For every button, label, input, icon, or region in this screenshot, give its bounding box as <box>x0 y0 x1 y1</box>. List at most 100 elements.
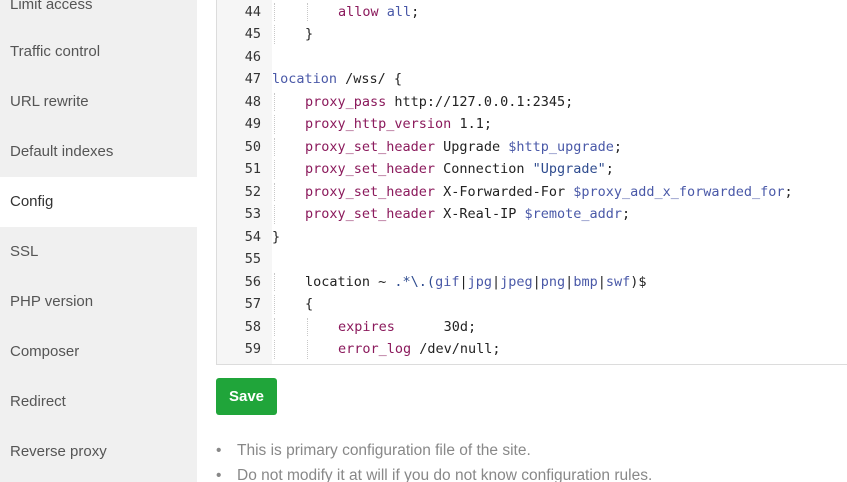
code-token: { <box>305 296 314 312</box>
line-number: 57 <box>244 296 261 312</box>
code-token: 30d; <box>394 318 477 335</box>
indent-guide <box>274 25 275 44</box>
line-number: 45 <box>244 26 261 42</box>
sidebar-item-ssl[interactable]: SSL <box>0 227 197 277</box>
code-line: 44 allow all; <box>217 1 847 24</box>
line-number: 44 <box>244 3 261 20</box>
indent-guide <box>274 182 275 201</box>
sidebar-item-composer[interactable]: Composer <box>0 327 197 377</box>
sidebar-item-url-rewrite[interactable]: URL rewrite <box>0 77 197 127</box>
code-text: location /wss/ { <box>272 68 402 91</box>
line-number: 59 <box>244 341 261 357</box>
sidebar-item-redirect[interactable]: Redirect <box>0 377 197 427</box>
sidebar-item-traffic-control[interactable]: Traffic control <box>0 27 197 77</box>
code-token: proxy_set_header <box>305 138 436 155</box>
indent-guide <box>274 295 275 314</box>
code-token: )$ <box>630 273 647 290</box>
code-line: 52 proxy_set_header X-Forwarded-For $prox… <box>217 181 847 204</box>
code-token: ~ <box>370 273 395 290</box>
code-text: proxy_pass http://127.0.0.1:2345; <box>305 91 573 114</box>
code-token: } <box>305 26 314 42</box>
code-line: 47 location /wss/ { <box>217 68 847 91</box>
code-token: proxy_set_header <box>305 183 436 200</box>
indent-guide <box>307 2 308 21</box>
indent-guide <box>274 317 275 336</box>
code-line: 55 <box>217 248 847 271</box>
code-line: 49 proxy_http_version 1.1; <box>217 113 847 136</box>
code-token: | <box>491 273 501 290</box>
sidebar-item-limit-access[interactable]: Limit access <box>0 0 197 30</box>
code-token: jpeg <box>500 273 533 290</box>
code-token: proxy_set_header <box>305 161 436 177</box>
code-token: location <box>305 273 371 290</box>
bullet-icon: • <box>216 442 222 459</box>
code-token: png <box>540 273 566 290</box>
settings-sidebar: Limit access Traffic control URL rewrite… <box>0 0 197 482</box>
tip-text: Do not modify it at will if you do not k… <box>237 467 653 482</box>
code-token: proxy_set_header <box>305 206 436 222</box>
code-line: 51 proxy_set_header Connection "Upgrade"; <box>217 158 847 181</box>
code-line: 57 { <box>217 293 847 316</box>
code-text: location ~ .*\.(gif|jpg|jpeg|png|bmp|swf… <box>305 271 647 294</box>
code-token: expires <box>338 318 395 335</box>
code-token: gif <box>435 273 460 290</box>
code-token: "Upgrade" <box>532 161 606 177</box>
sidebar-item-config[interactable]: Config <box>0 177 197 227</box>
save-button[interactable]: Save <box>216 378 277 415</box>
code-line: 48 proxy_pass http://127.0.0.1:2345; <box>217 91 847 114</box>
code-token: | <box>532 273 541 290</box>
indent-guide <box>274 340 275 359</box>
line-number: 58 <box>244 318 261 335</box>
tip-item: • This is primary configuration file of … <box>216 440 836 465</box>
code-line: 58 expires 30d; <box>217 316 847 339</box>
code-token: jpg <box>467 273 492 290</box>
code-token: | <box>597 273 606 290</box>
code-token: bmp <box>573 273 598 290</box>
code-token: /wss/ { <box>337 71 403 87</box>
code-text: proxy_http_version 1.1; <box>305 113 492 136</box>
tip-text: This is primary configuration file of th… <box>237 442 531 459</box>
code-text: proxy_set_header Upgrade $http_upgrade; <box>305 136 622 159</box>
sidebar-item-php-version[interactable]: PHP version <box>0 277 197 327</box>
code-token: X-Real-IP <box>435 206 525 222</box>
indent-guide <box>307 340 308 359</box>
code-token: $remote_addr <box>524 206 622 222</box>
code-line: 59 error_log /dev/null; <box>217 338 847 361</box>
code-text: proxy_set_header Connection "Upgrade"; <box>305 158 614 181</box>
line-number: 47 <box>244 71 261 87</box>
code-token: ; <box>411 3 420 20</box>
line-number: 56 <box>244 273 261 290</box>
code-token: all <box>386 3 412 20</box>
tip-item: • Do not modify it at will if you do not… <box>216 465 836 482</box>
code-token: ; <box>784 183 793 200</box>
code-token: } <box>272 228 281 245</box>
code-token: ; <box>605 161 614 177</box>
code-text: expires 30d; <box>338 316 476 339</box>
code-token: $proxy_add_x_forwarded_for <box>573 183 785 200</box>
indent-guide <box>274 2 275 21</box>
code-text: proxy_set_header X-Real-IP $remote_addr; <box>305 203 630 226</box>
code-text: proxy_set_header X-Forwarded-For $proxy_… <box>305 181 793 204</box>
code-token: Upgrade <box>435 138 509 155</box>
code-line: 54} <box>217 226 847 249</box>
code-token: allow <box>338 3 379 20</box>
sidebar-item-default-indexes[interactable]: Default indexes <box>0 127 197 177</box>
code-token: location <box>272 71 338 87</box>
indent-guide <box>274 92 275 111</box>
code-line: 46 <box>217 46 847 69</box>
config-tips-list: • This is primary configuration file of … <box>216 440 836 482</box>
indent-guide <box>274 205 275 224</box>
code-token: .*\.( <box>394 273 436 290</box>
indent-guide <box>274 137 275 156</box>
line-number: 54 <box>244 228 261 245</box>
code-token: proxy_http_version <box>305 116 452 132</box>
code-text: error_log /dev/null; <box>338 338 501 361</box>
line-number: 49 <box>244 116 261 132</box>
sidebar-item-reverse-proxy[interactable]: Reverse proxy <box>0 427 197 477</box>
config-code-editor[interactable]: 44 allow all; 45} 46 47 location /wss/ {48 pro… <box>216 0 847 365</box>
indent-guide <box>274 115 275 134</box>
line-number: 50 <box>244 138 261 155</box>
indent-guide <box>274 272 275 291</box>
code-token: | <box>459 273 468 290</box>
